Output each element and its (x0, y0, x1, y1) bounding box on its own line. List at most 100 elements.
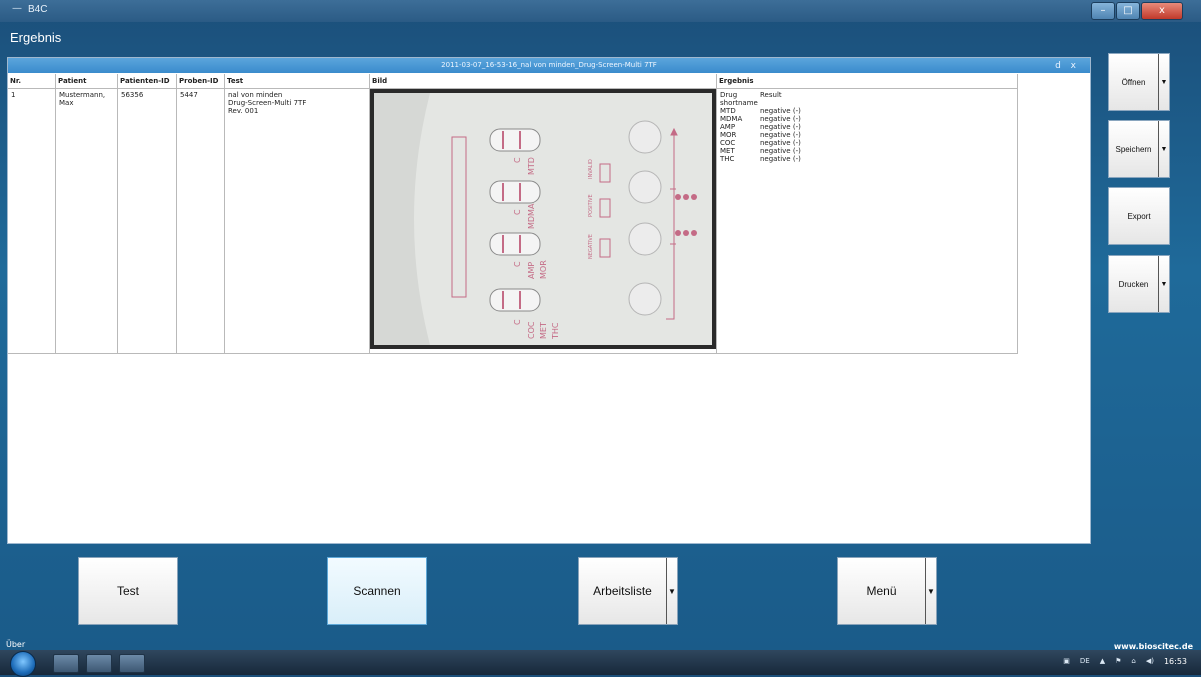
result-value: negative (-) (760, 107, 801, 115)
result-item: COC negative (-) (720, 139, 1014, 147)
column-header[interactable]: Bild (369, 74, 717, 89)
result-item: THC negative (-) (720, 155, 1014, 163)
cell-result: Drug shortname Result MTD negative (-) M… (716, 88, 1018, 354)
result-value: negative (-) (760, 155, 801, 163)
legend-positive: POSITIVE (588, 194, 594, 217)
cassette-control-label: C (513, 319, 522, 325)
column-header[interactable]: Test (224, 74, 370, 89)
chevron-down-icon[interactable]: ▼ (1158, 256, 1169, 312)
result-value: negative (-) (760, 131, 801, 139)
close-button[interactable]: x (1141, 2, 1183, 20)
window-caption: Ergebnis (10, 30, 62, 45)
result-panel: 2011-03-07_16-53-16_nal von minden_Drug-… (7, 57, 1091, 544)
document-title: 2011-03-07_16-53-16_nal von minden_Drug-… (8, 58, 1090, 73)
results-table: Nr. Patient Patienten-ID Proben-ID Test … (8, 74, 1018, 354)
system-tray: ▣ DE ▲ ⚑ ⌂ ◀) 16:53 (1063, 657, 1187, 666)
keyboard-icon[interactable]: ▣ (1063, 657, 1070, 666)
document-title-text: 2011-03-07_16-53-16_nal von minden_Drug-… (441, 61, 657, 69)
test-line: Rev. 001 (228, 107, 259, 115)
cassette-drug-label: MOR (539, 260, 548, 279)
app-icon[interactable] (86, 654, 112, 673)
cassette-control-label: C (513, 261, 522, 267)
result-item: MOR negative (-) (720, 131, 1014, 139)
open-button-label: Öffnen (1121, 77, 1146, 87)
cassette-drug-label: MDMA (527, 203, 536, 229)
result-item: MDMA negative (-) (720, 115, 1014, 123)
table-header-row: Nr. Patient Patienten-ID Proben-ID Test … (8, 74, 1018, 89)
scan-button[interactable]: Scannen (327, 557, 427, 625)
chevron-down-icon[interactable]: ▼ (925, 558, 936, 624)
cassette-drug-label: THC (551, 322, 560, 340)
app-icon: — (12, 3, 22, 14)
worklist-button-label: Arbeitsliste (593, 584, 652, 598)
table-row[interactable]: 1 Mustermann, Max 56356 5447 nal von min… (8, 88, 1018, 354)
minimize-button[interactable]: – (1091, 2, 1115, 20)
result-drug: THC (720, 155, 735, 163)
window-controls: – □ x (1091, 2, 1183, 20)
column-header[interactable]: Patienten-ID (117, 74, 177, 89)
chevron-down-icon[interactable]: ▼ (1158, 54, 1169, 110)
cell-patient: Mustermann, Max (55, 88, 118, 354)
cassette-drug-label: MET (539, 322, 548, 339)
result-drug: COC (720, 139, 736, 147)
export-button[interactable]: Export (1108, 187, 1170, 245)
network-icon[interactable]: ⌂ (1131, 657, 1135, 666)
chevron-down-icon[interactable]: ▼ (666, 558, 677, 624)
cassette-drug-label: AMP (527, 262, 536, 279)
column-header[interactable]: Proben-ID (176, 74, 225, 89)
result-header-result: Result (760, 91, 782, 99)
open-button[interactable]: Öffnen ▼ (1108, 53, 1170, 111)
column-header[interactable]: Nr. (8, 74, 56, 89)
cassette-control-label: C (513, 209, 522, 215)
result-value: negative (-) (760, 115, 801, 123)
clock[interactable]: 16:53 (1164, 657, 1187, 666)
save-button-label: Speichern (1115, 144, 1152, 154)
app-title: B4C (28, 4, 48, 15)
result-drug: MTD (720, 107, 736, 115)
column-header[interactable]: Ergebnis (716, 74, 1018, 89)
document-restore-button[interactable]: d (1055, 61, 1061, 71)
menu-button-label: Menü (866, 584, 897, 598)
menu-button[interactable]: Menü ▼ (837, 557, 937, 625)
test-line: nal von minden (228, 91, 283, 99)
volume-icon[interactable]: ◀) (1146, 657, 1154, 666)
app-icon[interactable] (119, 654, 145, 673)
explorer-icon[interactable] (53, 654, 79, 673)
result-item: MTD negative (-) (720, 107, 1014, 115)
result-drug: MET (720, 147, 735, 155)
column-header[interactable]: Patient (55, 74, 118, 89)
print-button[interactable]: Drucken ▼ (1108, 255, 1170, 313)
cell-test: nal von minden Drug-Screen-Multi 7TF Rev… (224, 88, 370, 354)
legend-invalid: INVALID (588, 159, 594, 179)
result-drug: MOR (720, 131, 737, 139)
result-value: negative (-) (760, 139, 801, 147)
cell-image: C MTD C MDMA C AMP MOR C COC MET THC NEG… (369, 88, 717, 354)
save-button[interactable]: Speichern ▼ (1108, 120, 1170, 178)
scan-button-label: Scannen (353, 584, 401, 598)
flag-icon[interactable]: ⚑ (1115, 657, 1121, 666)
about-link[interactable]: Über (6, 640, 25, 649)
document-close-button[interactable]: x (1071, 61, 1076, 71)
test-line: Drug-Screen-Multi 7TF (228, 99, 307, 107)
cassette-drug-label: COC (527, 321, 536, 339)
worklist-button[interactable]: Arbeitsliste ▼ (578, 557, 678, 625)
result-header: Drug shortname Result (720, 91, 1014, 107)
cell-patient-id: 56356 (117, 88, 177, 354)
export-button-label: Export (1127, 211, 1151, 221)
result-value: negative (-) (760, 147, 801, 155)
cell-nr: 1 (8, 88, 56, 354)
legend-negative: NEGATIVE (588, 234, 594, 259)
maximize-button[interactable]: □ (1116, 2, 1140, 20)
language-indicator[interactable]: DE (1080, 657, 1090, 666)
cassette-control-label: C (513, 157, 522, 163)
start-button[interactable] (10, 651, 36, 677)
test-button-label: Test (116, 584, 139, 598)
tray-expand-icon[interactable]: ▲ (1100, 657, 1105, 666)
test-button[interactable]: Test (78, 557, 178, 625)
title-bar: — B4C – □ x (0, 0, 1201, 22)
chevron-down-icon[interactable]: ▼ (1158, 121, 1169, 177)
document-controls: d x (1048, 59, 1076, 74)
result-drug: AMP (720, 123, 736, 131)
cell-proben-id: 5447 (176, 88, 225, 354)
result-item: MET negative (-) (720, 147, 1014, 155)
